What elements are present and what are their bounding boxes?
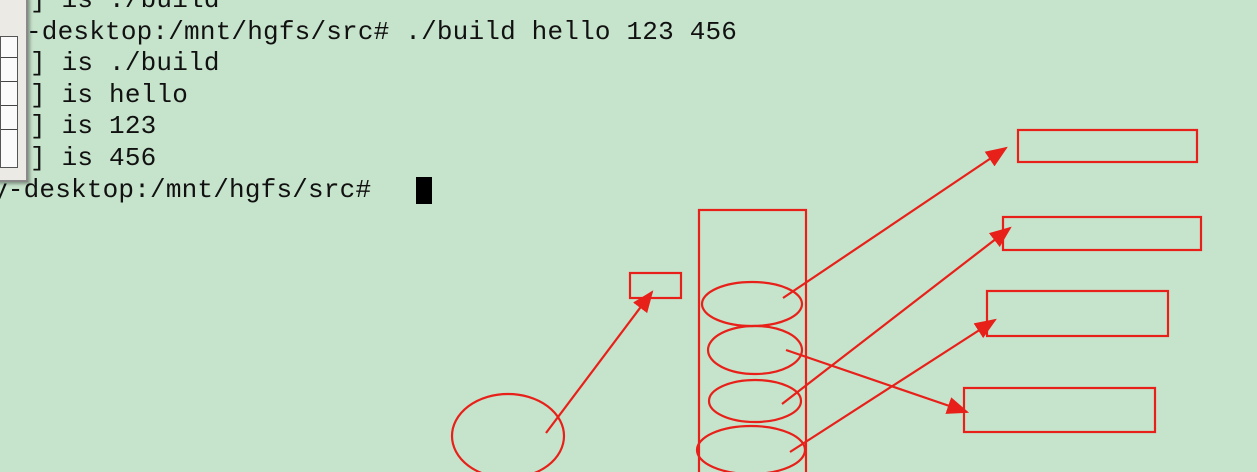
annotation-drawing <box>450 128 1203 472</box>
pointer-box <box>628 271 683 300</box>
string-box-2 <box>985 289 1170 338</box>
arrow-to-pointer-box <box>545 290 654 434</box>
string-box-3 <box>962 386 1157 434</box>
array-slot-0 <box>700 280 804 328</box>
arrow-slot-0 <box>782 146 1008 299</box>
array-slot-3 <box>695 424 807 472</box>
string-box-0 <box>1016 128 1199 164</box>
arrow-slot-2 <box>781 226 1012 405</box>
string-box-1 <box>1001 215 1203 252</box>
